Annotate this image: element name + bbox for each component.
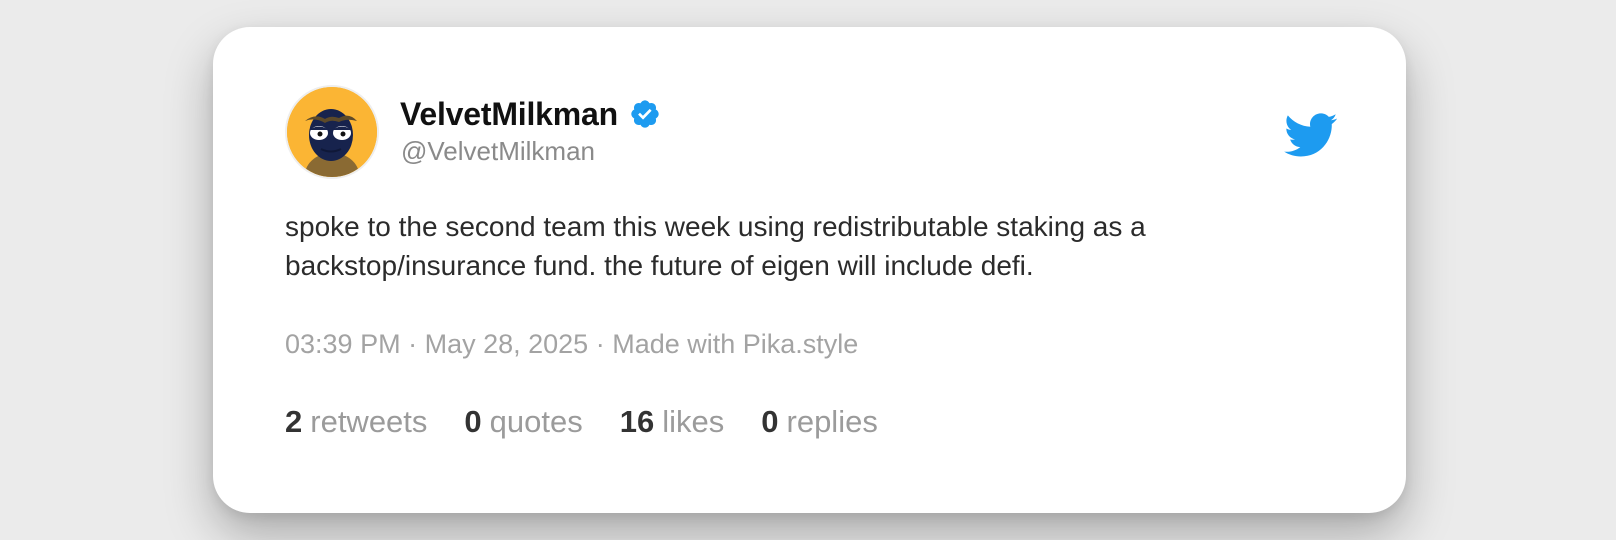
stat-value: 16 — [619, 404, 655, 439]
stat-retweets[interactable]: 2 retweets — [285, 404, 427, 440]
stat-value: 0 — [464, 404, 482, 439]
stat-label: replies — [786, 404, 878, 439]
stat-quotes[interactable]: 0 quotes — [464, 404, 582, 440]
stat-label: quotes — [489, 404, 583, 439]
tweet-date: May 28, 2025 — [424, 329, 589, 359]
stat-value: 0 — [761, 404, 779, 439]
stat-value: 2 — [285, 404, 303, 439]
stat-label: likes — [662, 404, 725, 439]
display-name[interactable]: VelvetMilkman — [400, 96, 618, 133]
avatar-illustration-icon — [287, 87, 377, 177]
tweet-text: spoke to the second team this week using… — [285, 211, 1146, 281]
tweet-meta: 03:39 PM · May 28, 2025 · Made with Pika… — [285, 329, 858, 360]
tweet-stats: 2 retweets 0 quotes 16 likes 0 replies — [285, 404, 915, 440]
tweet-card: VelvetMilkman @VelvetMilkman spoke to th… — [213, 27, 1406, 513]
avatar[interactable] — [285, 85, 379, 179]
twitter-bird-icon[interactable] — [1282, 107, 1338, 163]
stat-label: retweets — [310, 404, 428, 439]
stat-replies[interactable]: 0 replies — [761, 404, 878, 440]
tweet-time: 03:39 PM — [285, 329, 401, 359]
meta-separator: · — [408, 329, 425, 359]
verified-badge-icon — [629, 98, 661, 130]
author-row: VelvetMilkman — [400, 94, 661, 134]
credit-link[interactable]: Made with Pika.style — [612, 329, 858, 359]
handle[interactable]: @VelvetMilkman — [401, 136, 595, 167]
stat-likes[interactable]: 16 likes — [620, 404, 725, 440]
meta-separator: · — [595, 329, 613, 359]
